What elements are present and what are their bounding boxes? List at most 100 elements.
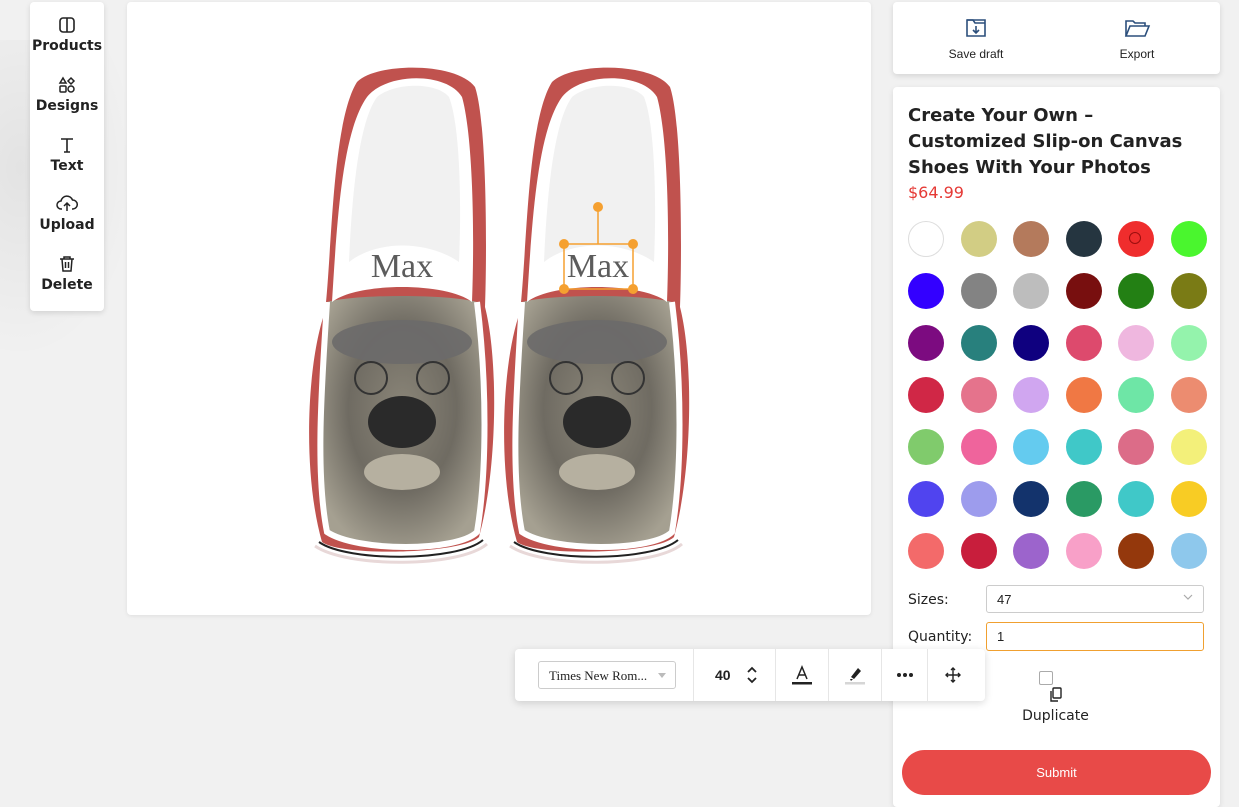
sidebar-item-text[interactable]: Text — [30, 134, 104, 174]
size-value: 47 — [997, 592, 1012, 607]
color-swatch[interactable] — [1013, 273, 1049, 309]
color-swatch[interactable] — [1065, 533, 1102, 569]
color-swatch[interactable] — [960, 325, 997, 361]
save-draft-button[interactable]: Save draft — [931, 16, 1021, 61]
highlighter-icon — [845, 668, 865, 685]
resize-handle[interactable] — [559, 239, 569, 249]
color-swatch[interactable] — [1013, 429, 1049, 465]
color-swatch[interactable] — [1013, 377, 1049, 413]
stepper-icon — [747, 666, 757, 684]
design-canvas[interactable]: Max Max — [127, 2, 871, 615]
color-swatch[interactable] — [1118, 221, 1154, 257]
color-swatch[interactable] — [1065, 221, 1102, 257]
color-swatch[interactable] — [1170, 533, 1207, 569]
resize-handle[interactable] — [628, 284, 638, 294]
color-swatch[interactable] — [960, 429, 997, 465]
duplicate-checkbox[interactable] — [1039, 671, 1053, 685]
copy-icon — [1049, 687, 1062, 702]
color-swatch[interactable] — [1013, 221, 1049, 257]
trash-icon — [60, 256, 74, 272]
highlight-button[interactable] — [842, 662, 868, 688]
products-icon — [59, 17, 75, 33]
move-button[interactable] — [940, 662, 966, 688]
resize-handle[interactable] — [628, 239, 638, 249]
color-swatch[interactable] — [1065, 429, 1102, 465]
sidebar-item-label: Text — [50, 158, 84, 174]
left-shoe: Max — [309, 67, 495, 564]
folder-open-icon — [1124, 20, 1151, 37]
divider — [828, 649, 829, 701]
submit-button[interactable]: Submit — [902, 750, 1211, 795]
color-swatch[interactable] — [1170, 273, 1207, 309]
right-shoe-text[interactable]: Max — [567, 248, 629, 285]
color-swatch[interactable] — [1170, 325, 1207, 361]
sidebar-item-label: Upload — [39, 217, 95, 233]
color-swatch[interactable] — [1013, 481, 1049, 517]
divider — [693, 649, 694, 701]
color-swatch[interactable] — [1013, 325, 1049, 361]
sidebar-item-label: Products — [31, 38, 103, 54]
color-swatch[interactable] — [908, 377, 944, 413]
color-swatch[interactable] — [1118, 325, 1154, 361]
sidebar-item-products[interactable]: Products — [30, 14, 104, 54]
text-color-button[interactable] — [789, 662, 815, 688]
color-swatch[interactable] — [1118, 429, 1154, 465]
tool-sidebar: Products Designs Text Upload Delete — [30, 2, 104, 311]
product-price: $64.99 — [908, 183, 964, 202]
move-icon — [945, 667, 961, 683]
font-size-stepper[interactable] — [745, 663, 759, 687]
color-swatch[interactable] — [1118, 533, 1154, 569]
text-color-icon — [792, 665, 812, 685]
upload-icon — [56, 195, 78, 211]
color-swatch[interactable] — [908, 481, 944, 517]
size-select[interactable]: 47 — [986, 585, 1204, 613]
duplicate-option[interactable]: Duplicate — [1008, 687, 1103, 724]
divider — [927, 649, 928, 701]
font-size-value: 40 — [715, 667, 731, 683]
sidebar-item-upload[interactable]: Upload — [30, 193, 104, 233]
color-swatch[interactable] — [908, 429, 944, 465]
color-swatch[interactable] — [1170, 377, 1207, 413]
color-swatch[interactable] — [908, 325, 944, 361]
designs-icon — [58, 76, 76, 93]
color-swatch[interactable] — [1118, 481, 1154, 517]
color-swatch[interactable] — [960, 273, 997, 309]
product-title: Create Your Own – Customized Slip-on Can… — [908, 105, 1183, 178]
text-toolbar: Times New Rom... 40 — [515, 649, 985, 701]
download-box-icon — [966, 19, 986, 37]
color-swatch[interactable] — [1170, 429, 1207, 465]
export-button[interactable]: Export — [1092, 16, 1182, 61]
color-swatch[interactable] — [1170, 221, 1207, 257]
color-swatch[interactable] — [1065, 481, 1102, 517]
sidebar-item-delete[interactable]: Delete — [30, 253, 104, 293]
quantity-input[interactable] — [986, 622, 1204, 651]
color-swatch[interactable] — [1065, 273, 1102, 309]
color-swatch[interactable] — [1065, 325, 1102, 361]
color-swatch[interactable] — [1118, 377, 1154, 413]
color-swatch[interactable] — [1170, 481, 1207, 517]
font-family-select[interactable]: Times New Rom... — [538, 661, 676, 689]
color-swatch[interactable] — [908, 221, 944, 257]
more-options-button[interactable] — [892, 662, 918, 688]
chevron-down-icon — [1183, 593, 1193, 604]
left-shoe-text[interactable]: Max — [371, 248, 433, 285]
quantity-label: Quantity: — [908, 629, 973, 645]
resize-handle[interactable] — [559, 284, 569, 294]
color-swatch[interactable] — [960, 377, 997, 413]
color-swatch[interactable] — [960, 533, 997, 569]
more-icon — [897, 673, 913, 677]
color-swatch[interactable] — [960, 221, 997, 257]
save-draft-label: Save draft — [948, 47, 1004, 61]
color-swatch[interactable] — [908, 273, 944, 309]
color-swatch[interactable] — [960, 481, 997, 517]
color-swatch[interactable] — [1065, 377, 1102, 413]
sidebar-item-label: Delete — [41, 277, 93, 293]
font-family-value: Times New Rom... — [549, 668, 648, 683]
color-swatch[interactable] — [1013, 533, 1049, 569]
color-swatch[interactable] — [1118, 273, 1154, 309]
color-swatch[interactable] — [908, 533, 944, 569]
rotate-handle[interactable] — [593, 202, 603, 212]
sidebar-item-designs[interactable]: Designs — [30, 74, 104, 114]
sidebar-item-label: Designs — [35, 98, 99, 114]
divider — [775, 649, 776, 701]
